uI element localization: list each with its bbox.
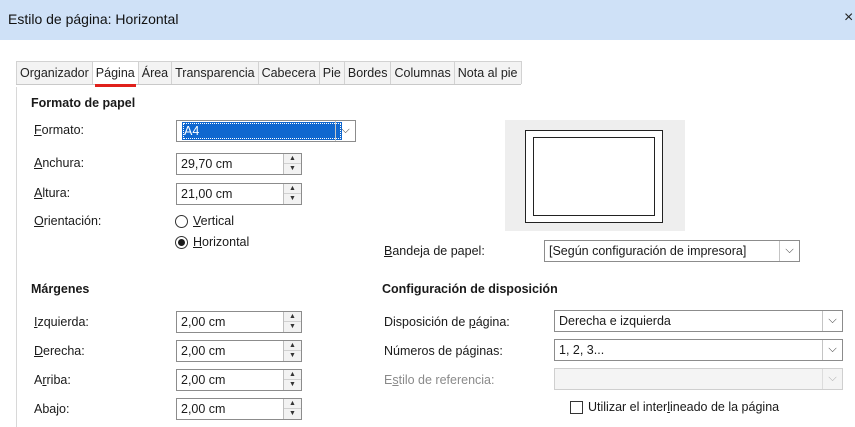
margin-bottom-value: 2,00 cm [181,402,226,416]
preview-page-outline [525,130,663,223]
tab-organizador[interactable]: Organizador [16,61,93,84]
width-label: Anchura: [34,156,85,170]
spin-up-icon[interactable]: ▲ [284,184,301,194]
vertical-radio-label[interactable]: Vertical [193,214,234,228]
chevron-down-icon[interactable]: ⌵ [779,241,799,261]
tab-pagina[interactable]: Página [91,61,139,87]
page-preview [505,120,685,231]
tab-transparencia[interactable]: Transparencia [171,61,259,84]
tab-cabecera[interactable]: Cabecera [257,61,320,84]
spin-down-icon[interactable]: ▼ [284,164,301,174]
margin-top-spinner[interactable]: 2,00 cm ▲ ▼ [176,369,302,391]
margin-top-value: 2,00 cm [181,373,226,387]
paper-tray-value: [Según configuración de impresora] [549,244,747,258]
spin-up-icon[interactable]: ▲ [284,312,301,322]
dialog-title: Estilo de página: Horizontal [8,11,179,27]
vertical-radio[interactable] [175,215,188,228]
height-spinner[interactable]: 21,00 cm ▲ ▼ [176,183,302,205]
margin-left-value: 2,00 cm [181,315,226,329]
chevron-down-icon[interactable]: ⌵ [822,311,842,331]
chevron-down-icon[interactable]: ⌵ [822,340,842,360]
margin-left-spinner[interactable]: 2,00 cm ▲ ▼ [176,311,302,333]
page-numbers-value: 1, 2, 3... [559,343,605,357]
paper-tray-label: Bandeja de papel: [384,244,485,258]
tab-pie[interactable]: Pie [318,61,345,84]
layout-heading: Configuración de disposición [382,282,558,296]
page-numbers-label: Números de páginas: [384,344,503,358]
margin-top-label: Arriba: [34,373,71,387]
format-dropdown[interactable]: A4 ⌵ [176,120,356,142]
spin-down-icon[interactable]: ▼ [284,351,301,361]
margin-bottom-label: Abajo: [34,402,70,416]
tab-columnas[interactable]: Columnas [390,61,455,84]
spin-up-icon[interactable]: ▲ [284,154,301,164]
page-layout-dropdown[interactable]: Derecha e izquierda ⌵ [554,310,843,332]
margin-right-value: 2,00 cm [181,344,226,358]
tab-bar: Organizador Página Área Transparencia Ca… [0,40,855,88]
width-spinner[interactable]: 29,70 cm ▲ ▼ [176,153,302,175]
chevron-down-icon: ⌵ [822,369,842,389]
margin-right-spinner[interactable]: 2,00 cm ▲ ▼ [176,340,302,362]
orientation-label: Orientación: [34,214,102,228]
page-tab-panel: Formato de papel Formato: A4 ⌵ Anchura: … [16,87,855,427]
tab-area[interactable]: Área [137,61,173,84]
paper-format-heading: Formato de papel [31,96,136,110]
spin-down-icon[interactable]: ▼ [284,322,301,332]
height-label: Altura: [34,186,71,200]
dialog-title-bar: Estilo de página: Horizontal × [0,0,855,40]
width-value: 29,70 cm [181,157,233,171]
tab-strip: Organizador Página Área Transparencia Ca… [16,61,522,87]
page-layout-value: Derecha e izquierda [559,314,671,328]
spin-down-icon[interactable]: ▼ [284,380,301,390]
margin-bottom-spinner[interactable]: 2,00 cm ▲ ▼ [176,398,302,420]
margin-left-label: Izquierda: [34,315,89,329]
page-numbers-dropdown[interactable]: 1, 2, 3... ⌵ [554,339,843,361]
height-value: 21,00 cm [181,187,233,201]
page-layout-label: Disposición de página: [384,315,510,329]
spin-down-icon[interactable]: ▼ [284,194,301,204]
reference-style-label: Estilo de referencia: [384,373,495,387]
spin-up-icon[interactable]: ▲ [284,341,301,351]
preview-margin-outline [533,137,655,216]
horizontal-radio[interactable] [175,236,188,249]
format-selected-value: A4 [182,122,342,140]
margins-heading: Márgenes [31,282,90,296]
spin-up-icon[interactable]: ▲ [284,399,301,409]
register-true-label[interactable]: Utilizar el interlineado de la página [588,400,779,414]
reference-style-dropdown[interactable]: ⌵ [554,368,843,390]
spin-up-icon[interactable]: ▲ [284,370,301,380]
tab-nota-al-pie[interactable]: Nota al pie [453,61,522,84]
margin-right-label: Derecha: [34,344,85,358]
register-true-checkbox[interactable] [570,401,583,414]
tab-bordes[interactable]: Bordes [343,61,392,84]
close-icon[interactable]: × [844,9,853,27]
horizontal-radio-label[interactable]: Horizontal [193,235,249,249]
paper-tray-dropdown[interactable]: [Según configuración de impresora] ⌵ [544,240,800,262]
format-label: Formato: [34,123,85,137]
spin-down-icon[interactable]: ▼ [284,409,301,419]
chevron-down-icon[interactable]: ⌵ [335,121,355,141]
